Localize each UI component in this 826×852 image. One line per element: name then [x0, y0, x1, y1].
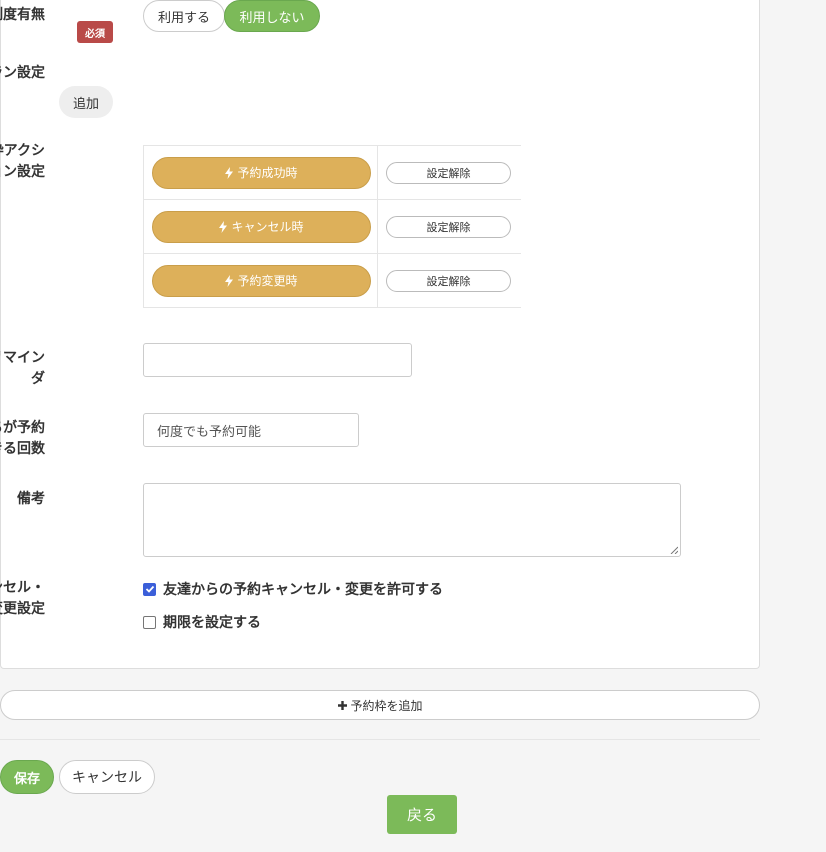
- slot-action-table: 予約成功時 設定解除 キャンセル時 設定解除 予約変更時 設定解除: [143, 145, 521, 308]
- booking-count-label-line2: できる回数: [0, 441, 45, 457]
- reminder-label-line2: ダ: [31, 371, 45, 387]
- notes-textarea[interactable]: [143, 483, 681, 557]
- clear-cancel-button[interactable]: 設定解除: [386, 215, 511, 238]
- slot-action-label-line1: 予約枠アクシ: [0, 143, 45, 159]
- cancel-button[interactable]: キャンセル: [59, 760, 155, 794]
- save-button[interactable]: 保存: [0, 760, 54, 794]
- reminder-label: 予約リマイン ダ: [0, 348, 45, 390]
- approval-not-use-button[interactable]: 利用しない: [224, 0, 320, 32]
- action-success-label: 予約成功時: [237, 166, 298, 180]
- slot-action-label-line2: ョン設定: [0, 164, 45, 180]
- approval-label: 承認制度有無: [0, 7, 45, 23]
- add-slot-button[interactable]: 予約枠を追加: [0, 690, 760, 720]
- action-cancel-label: キャンセル時: [231, 220, 304, 234]
- resize-grip-icon[interactable]: [670, 546, 678, 554]
- add-slot-label: 予約枠を追加: [350, 698, 423, 713]
- plan-label: プラン設定: [0, 65, 45, 81]
- plus-icon: [338, 700, 348, 710]
- action-change-label: 予約変更時: [237, 274, 298, 288]
- notes-label: 備考: [17, 491, 45, 507]
- allow-cancel-checkbox[interactable]: [143, 582, 156, 596]
- set-deadline-checkbox[interactable]: [143, 615, 156, 629]
- divider: [0, 739, 760, 740]
- bolt-icon: [219, 220, 228, 233]
- reminder-label-line1: 予約リマイン: [0, 350, 45, 366]
- set-deadline-option[interactable]: 期限を設定する: [143, 612, 261, 632]
- set-deadline-label: 期限を設定する: [163, 615, 261, 631]
- table-row: 予約変更時 設定解除: [143, 254, 521, 308]
- action-change-button[interactable]: 予約変更時: [152, 264, 371, 297]
- bolt-icon: [225, 166, 234, 179]
- required-badge: 必須: [77, 21, 113, 43]
- allow-cancel-label: 友達からの予約キャンセル・変更を許可する: [163, 582, 443, 598]
- clear-change-button[interactable]: 設定解除: [386, 269, 511, 292]
- cancel-settings-label-line2: 予約変更設定: [0, 601, 45, 617]
- clear-cell: 設定解除: [378, 146, 521, 199]
- clear-success-button[interactable]: 設定解除: [386, 161, 511, 184]
- action-success-button[interactable]: 予約成功時: [152, 156, 371, 189]
- approval-toggle: 利用する 利用しない: [143, 0, 320, 32]
- plan-add-button[interactable]: 追加: [59, 86, 113, 118]
- booking-count-label-line1: 友だちが予約: [0, 420, 45, 436]
- form-panel: 承認制度有無 必須 利用する 利用しない プラン設定 追加 予約枠アクシ ョン設…: [0, 0, 760, 669]
- action-cell: キャンセル時: [143, 200, 378, 253]
- check-icon: [145, 585, 154, 593]
- booking-count-label: 友だちが予約 できる回数: [0, 418, 45, 460]
- table-row: 予約成功時 設定解除: [143, 146, 521, 200]
- approval-use-button[interactable]: 利用する: [143, 0, 225, 32]
- action-cancel-button[interactable]: キャンセル時: [152, 210, 371, 243]
- action-cell: 予約成功時: [143, 146, 378, 199]
- back-button[interactable]: 戻る: [387, 795, 457, 834]
- clear-cell: 設定解除: [378, 254, 521, 307]
- action-cell: 予約変更時: [143, 254, 378, 307]
- allow-cancel-option[interactable]: 友達からの予約キャンセル・変更を許可する: [143, 579, 443, 599]
- table-row: キャンセル時 設定解除: [143, 200, 521, 254]
- reminder-input[interactable]: [143, 343, 412, 377]
- booking-count-select[interactable]: 何度でも予約可能: [143, 413, 359, 447]
- bolt-icon: [225, 274, 234, 287]
- slot-action-label: 予約枠アクシ ョン設定: [0, 141, 45, 183]
- clear-cell: 設定解除: [378, 200, 521, 253]
- cancel-settings-label: キャンセル・ 予約変更設定: [0, 578, 45, 620]
- cancel-settings-label-line1: キャンセル・: [0, 580, 45, 596]
